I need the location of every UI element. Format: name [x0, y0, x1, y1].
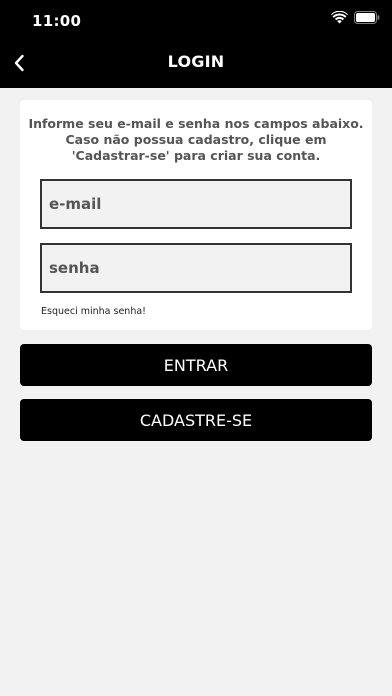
- login-screen: 11:00 LOGIN Informe seu e-mail e senha n…: [0, 0, 392, 696]
- battery-icon: [354, 11, 380, 24]
- forgot-password-link[interactable]: Esqueci minha senha!: [41, 306, 146, 317]
- register-button[interactable]: CADASTRE-SE: [20, 399, 372, 441]
- email-input[interactable]: [49, 181, 350, 227]
- password-input[interactable]: [49, 245, 350, 291]
- password-field: [40, 243, 352, 293]
- status-icons: [331, 11, 380, 24]
- status-time: 11:00: [32, 12, 82, 30]
- app-header: 11:00 LOGIN: [0, 0, 392, 88]
- login-card: Informe seu e-mail e senha nos campos ab…: [20, 100, 372, 330]
- page-title: LOGIN: [167, 52, 225, 71]
- instructions-text: Informe seu e-mail e senha nos campos ab…: [28, 116, 364, 163]
- login-button[interactable]: ENTRAR: [20, 344, 372, 386]
- email-field: [40, 179, 352, 229]
- wifi-icon: [331, 11, 348, 24]
